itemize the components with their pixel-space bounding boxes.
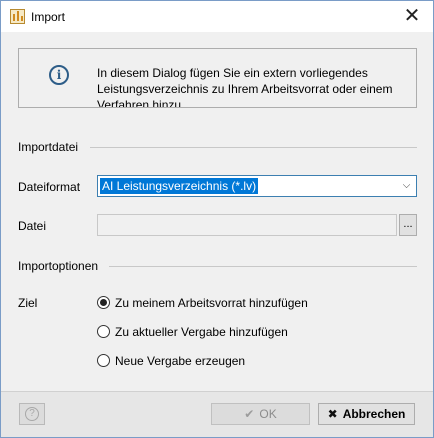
dialog-footer: ? ✔ OK ✖ Abbrechen: [1, 391, 433, 437]
import-dialog: Import ✕ i In diesem Dialog fügen Sie ei…: [0, 0, 434, 438]
cancel-label: Abbrechen: [342, 407, 406, 421]
file-path-input[interactable]: [97, 214, 397, 236]
radio-option-neue-vergabe[interactable]: Neue Vergabe erzeugen: [97, 353, 267, 369]
radio-option-arbeitsvorrat[interactable]: Zu meinem Arbeitsvorrat hinzufügen: [97, 295, 327, 311]
radio-option-aktuelle-vergabe[interactable]: Zu aktueller Vergabe hinzufügen: [97, 324, 307, 340]
file-format-select[interactable]: AI Leistungsverzeichnis (*.lv) ⌵: [97, 175, 417, 197]
file-format-label: Dateiformat: [18, 180, 81, 194]
section-divider: [109, 266, 417, 267]
radio-label: Zu aktueller Vergabe hinzufügen: [115, 325, 288, 339]
checkmark-icon: ✔: [244, 407, 255, 421]
close-icon[interactable]: ✕: [397, 3, 427, 29]
file-label: Datei: [18, 219, 47, 233]
window-title: Import: [31, 10, 66, 24]
section-title-import-file: Importdatei: [18, 140, 79, 154]
title-bar: Import ✕: [1, 1, 433, 32]
radio-button[interactable]: [97, 354, 110, 367]
radio-button[interactable]: [97, 325, 110, 338]
help-icon: ?: [25, 407, 39, 421]
app-icon: [10, 9, 25, 24]
chevron-down-icon[interactable]: ⌵: [399, 178, 414, 194]
radio-button-checked[interactable]: [97, 296, 110, 309]
browse-button[interactable]: ...: [399, 214, 417, 236]
cancel-button[interactable]: ✖ Abbrechen: [318, 403, 415, 425]
ok-button[interactable]: ✔ OK: [211, 403, 310, 425]
radio-label: Zu meinem Arbeitsvorrat hinzufügen: [115, 296, 308, 310]
info-text: In diesem Dialog fügen Sie ein extern vo…: [97, 66, 393, 108]
info-icon: i: [49, 65, 69, 85]
section-divider: [90, 147, 417, 148]
ok-label: OK: [259, 407, 277, 421]
help-button[interactable]: ?: [19, 403, 45, 425]
close-icon: ✖: [327, 407, 338, 421]
file-format-value: AI Leistungsverzeichnis (*.lv): [100, 178, 259, 194]
info-panel: i In diesem Dialog fügen Sie ein extern …: [18, 48, 417, 108]
radio-label: Neue Vergabe erzeugen: [115, 354, 246, 368]
section-title-import-options: Importoptionen: [18, 259, 99, 273]
target-label: Ziel: [18, 296, 38, 310]
